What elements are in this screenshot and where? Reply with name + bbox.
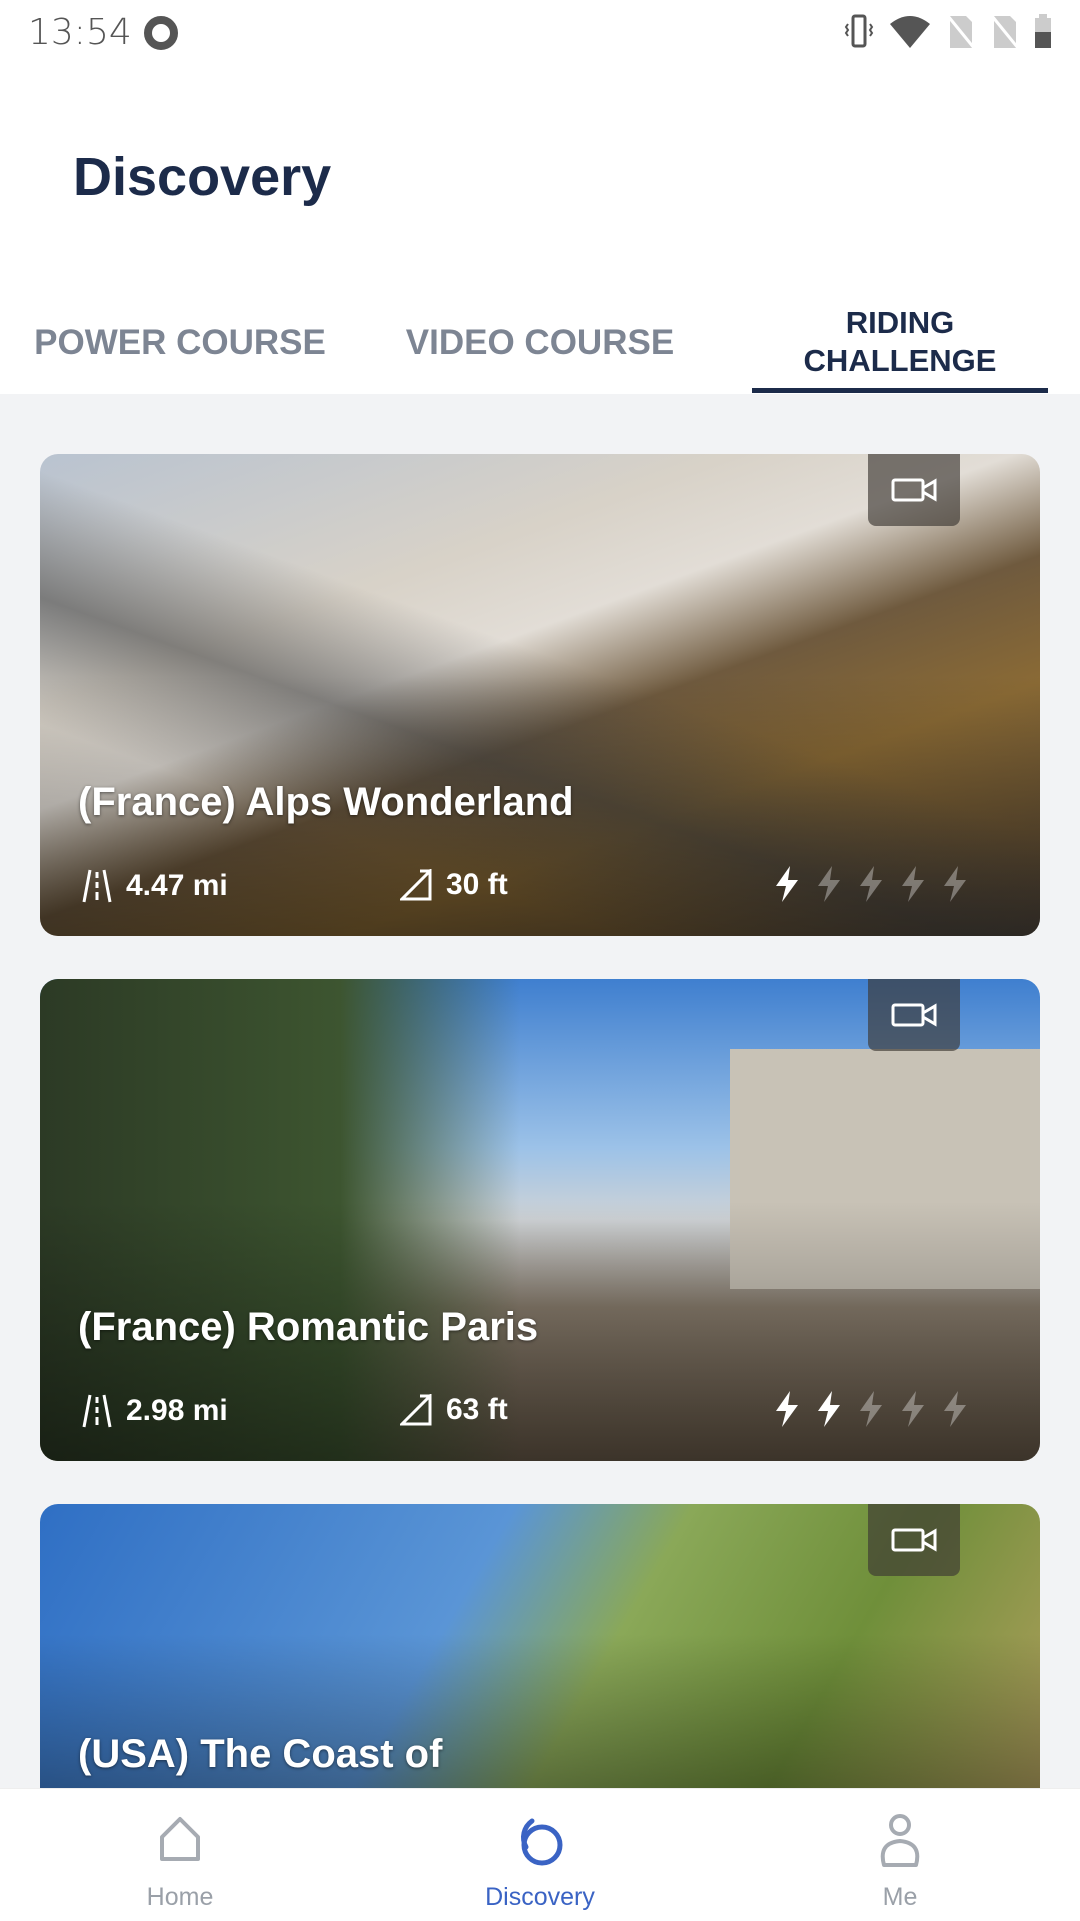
- video-camera-icon: [891, 478, 937, 502]
- bottom-nav: Home Discovery Me: [0, 1788, 1080, 1920]
- nav-home[interactable]: Home: [80, 1789, 280, 1921]
- nav-me-label: Me: [882, 1883, 918, 1911]
- tab-video-course[interactable]: VIDEO COURSE: [390, 324, 690, 362]
- bolt-filled-icon: [776, 866, 798, 902]
- distance-value: 2.98 mi: [126, 1394, 228, 1427]
- elevation-icon: [400, 869, 432, 901]
- bolt-empty-icon: [860, 866, 882, 902]
- active-tab-indicator: [752, 388, 1048, 393]
- video-camera-icon: [891, 1528, 937, 1552]
- elevation-value: 63 ft: [446, 1393, 508, 1426]
- bolt-empty-icon: [902, 1391, 924, 1427]
- home-icon: [160, 1817, 200, 1861]
- no-sim-icon: [990, 15, 1020, 48]
- bolt-empty-icon: [944, 866, 966, 902]
- road-icon: [82, 1394, 112, 1428]
- wifi-icon: [890, 16, 930, 48]
- nav-discovery[interactable]: Discovery: [440, 1789, 640, 1921]
- bolt-filled-icon: [818, 1391, 840, 1427]
- card-title: (France) Romantic Paris: [78, 1305, 539, 1349]
- bolt-filled-icon: [776, 1391, 798, 1427]
- video-badge: [868, 1504, 960, 1576]
- person-icon: [880, 1814, 920, 1867]
- bolt-empty-icon: [860, 1391, 882, 1427]
- challenge-card[interactable]: (USA) The Coast of: [40, 1504, 1040, 1788]
- bolt-empty-icon: [902, 866, 924, 902]
- video-badge: [868, 454, 960, 526]
- card-title: (USA) The Coast of: [78, 1732, 443, 1776]
- elevation-stat: 63 ft: [400, 1393, 508, 1427]
- page-title: Discovery: [73, 147, 332, 207]
- distance-stat: 2.98 mi: [82, 1393, 228, 1429]
- discovery-icon: [521, 1818, 563, 1866]
- q-app-icon: [144, 16, 178, 50]
- vibrate-icon: [844, 14, 874, 48]
- challenge-card[interactable]: (France) Romantic Paris 2.98 mi 63 ft: [40, 979, 1040, 1461]
- status-bar: 13:54: [0, 0, 1080, 66]
- distance-value: 4.47 mi: [126, 869, 228, 902]
- no-sim-icon: [946, 15, 976, 48]
- bolt-empty-icon: [944, 1391, 966, 1427]
- distance-stat: 4.47 mi: [82, 868, 228, 904]
- clock: 13:54: [28, 12, 132, 53]
- tab-riding-challenge[interactable]: RIDING CHALLENGE: [752, 304, 1048, 380]
- challenge-card[interactable]: (France) Alps Wonderland 4.47 mi 30 ft: [40, 454, 1040, 936]
- bolt-empty-icon: [818, 866, 840, 902]
- road-icon: [82, 869, 112, 903]
- video-badge: [868, 979, 960, 1051]
- tab-riding-challenge-label: RIDING CHALLENGE: [803, 305, 997, 378]
- tab-bar: POWER COURSE VIDEO COURSE RIDING CHALLEN…: [0, 300, 1080, 394]
- difficulty-rating: [772, 1389, 970, 1429]
- nav-me[interactable]: Me: [800, 1789, 1000, 1921]
- elevation-stat: 30 ft: [400, 868, 508, 902]
- difficulty-rating: [772, 864, 970, 904]
- challenge-list[interactable]: (France) Alps Wonderland 4.47 mi 30 ft (…: [0, 394, 1080, 1788]
- card-title: (France) Alps Wonderland: [78, 780, 574, 824]
- battery-icon: [1035, 14, 1051, 48]
- elevation-value: 30 ft: [446, 868, 508, 901]
- elevation-icon: [400, 1394, 432, 1426]
- tab-power-course[interactable]: POWER COURSE: [30, 324, 330, 362]
- video-camera-icon: [891, 1003, 937, 1027]
- nav-home-label: Home: [146, 1883, 214, 1911]
- nav-discovery-label: Discovery: [485, 1883, 595, 1911]
